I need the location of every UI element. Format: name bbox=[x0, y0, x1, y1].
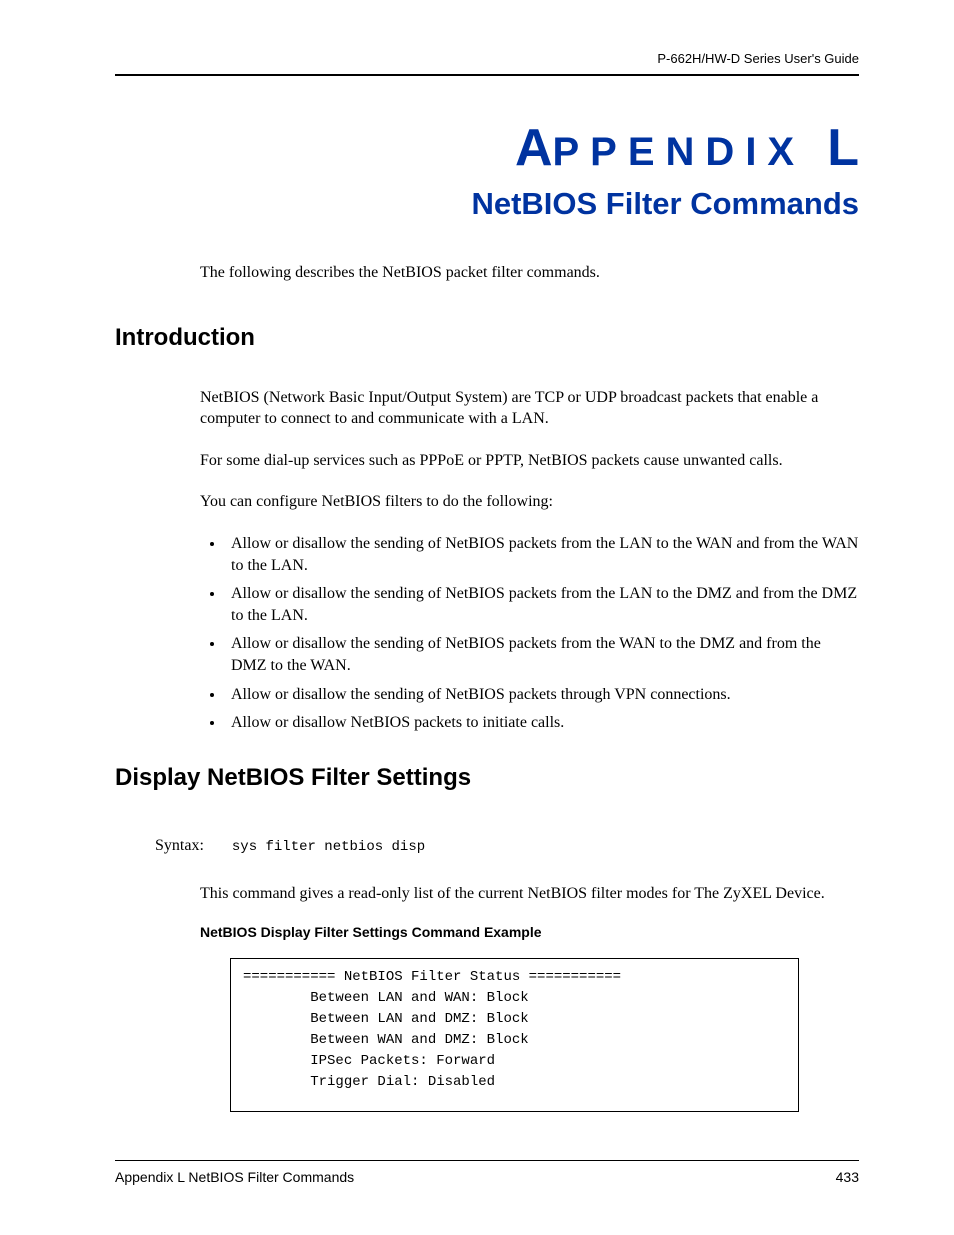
list-item: Allow or disallow the sending of NetBIOS… bbox=[225, 583, 859, 626]
page-header: P-662H/HW-D Series User's Guide bbox=[115, 50, 859, 76]
appendix-letter: L bbox=[827, 119, 859, 177]
chapter-title: NetBIOS Filter Commands bbox=[115, 186, 859, 222]
bullet-list: Allow or disallow the sending of NetBIOS… bbox=[225, 533, 859, 734]
display-para-1: This command gives a read-only list of t… bbox=[200, 883, 859, 905]
section-display-heading: Display NetBIOS Filter Settings bbox=[115, 764, 859, 792]
list-item: Allow or disallow NetBIOS packets to ini… bbox=[225, 712, 859, 734]
appendix-word: PPENDIX bbox=[553, 130, 806, 174]
example-heading: NetBIOS Display Filter Settings Command … bbox=[200, 924, 859, 940]
intro-para-3: You can configure NetBIOS filters to do … bbox=[200, 491, 859, 513]
intro-para-2: For some dial-up services such as PPPoE … bbox=[200, 450, 859, 472]
guide-title: P-662H/HW-D Series User's Guide bbox=[657, 51, 859, 66]
appendix-label: APPENDIX L bbox=[115, 118, 859, 178]
footer-left: Appendix L NetBIOS Filter Commands bbox=[115, 1169, 354, 1185]
code-example-box: =========== NetBIOS Filter Status ======… bbox=[230, 958, 799, 1112]
section-introduction-heading: Introduction bbox=[115, 324, 859, 352]
syntax-command: sys filter netbios disp bbox=[232, 839, 425, 855]
list-item: Allow or disallow the sending of NetBIOS… bbox=[225, 533, 859, 576]
intro-para-1: NetBIOS (Network Basic Input/Output Syst… bbox=[200, 387, 859, 430]
list-item: Allow or disallow the sending of NetBIOS… bbox=[225, 633, 859, 676]
syntax-label: Syntax: bbox=[155, 837, 204, 855]
page-number: 433 bbox=[836, 1169, 859, 1185]
page-footer: Appendix L NetBIOS Filter Commands 433 bbox=[115, 1160, 859, 1185]
syntax-row: Syntax: sys filter netbios disp bbox=[155, 837, 859, 855]
intro-paragraph: The following describes the NetBIOS pack… bbox=[200, 262, 859, 284]
list-item: Allow or disallow the sending of NetBIOS… bbox=[225, 684, 859, 706]
